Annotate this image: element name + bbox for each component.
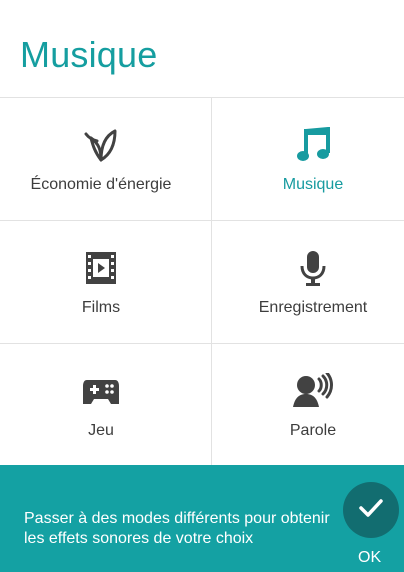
microphone-icon bbox=[298, 249, 328, 287]
mode-speech[interactable]: Parole bbox=[212, 344, 404, 466]
gamepad-icon bbox=[81, 372, 121, 410]
mode-label: Films bbox=[81, 299, 121, 316]
hint-footer: Passer à des modes différents pour obten… bbox=[0, 465, 404, 572]
ok-label[interactable]: OK bbox=[358, 549, 381, 567]
mode-recording[interactable]: Enregistrement bbox=[212, 221, 404, 343]
checkmark-icon bbox=[359, 498, 383, 523]
film-icon bbox=[82, 249, 120, 287]
leaf-icon bbox=[83, 126, 119, 164]
mode-label: Jeu bbox=[88, 422, 114, 439]
mode-label: Parole bbox=[289, 422, 337, 439]
mode-label: Économie d'énergie bbox=[30, 176, 172, 193]
ok-button[interactable] bbox=[343, 482, 399, 538]
dialog-title: Musique bbox=[20, 34, 158, 75]
mode-label: Musique bbox=[282, 176, 344, 193]
mode-movies[interactable]: Films bbox=[0, 221, 202, 343]
mode-power-saving[interactable]: Économie d'énergie bbox=[0, 98, 202, 220]
mode-music[interactable]: Musique bbox=[212, 98, 404, 220]
mode-game[interactable]: Jeu bbox=[0, 344, 202, 466]
sound-mode-dialog: Musique Économie d'énergie Musique Films… bbox=[0, 0, 404, 572]
speaker-person-icon bbox=[292, 372, 334, 410]
hint-message: Passer à des modes différents pour obten… bbox=[24, 510, 330, 547]
mode-grid: Économie d'énergie Musique Films Enregis… bbox=[0, 97, 404, 466]
music-note-icon bbox=[296, 126, 330, 164]
mode-label: Enregistrement bbox=[258, 299, 368, 316]
